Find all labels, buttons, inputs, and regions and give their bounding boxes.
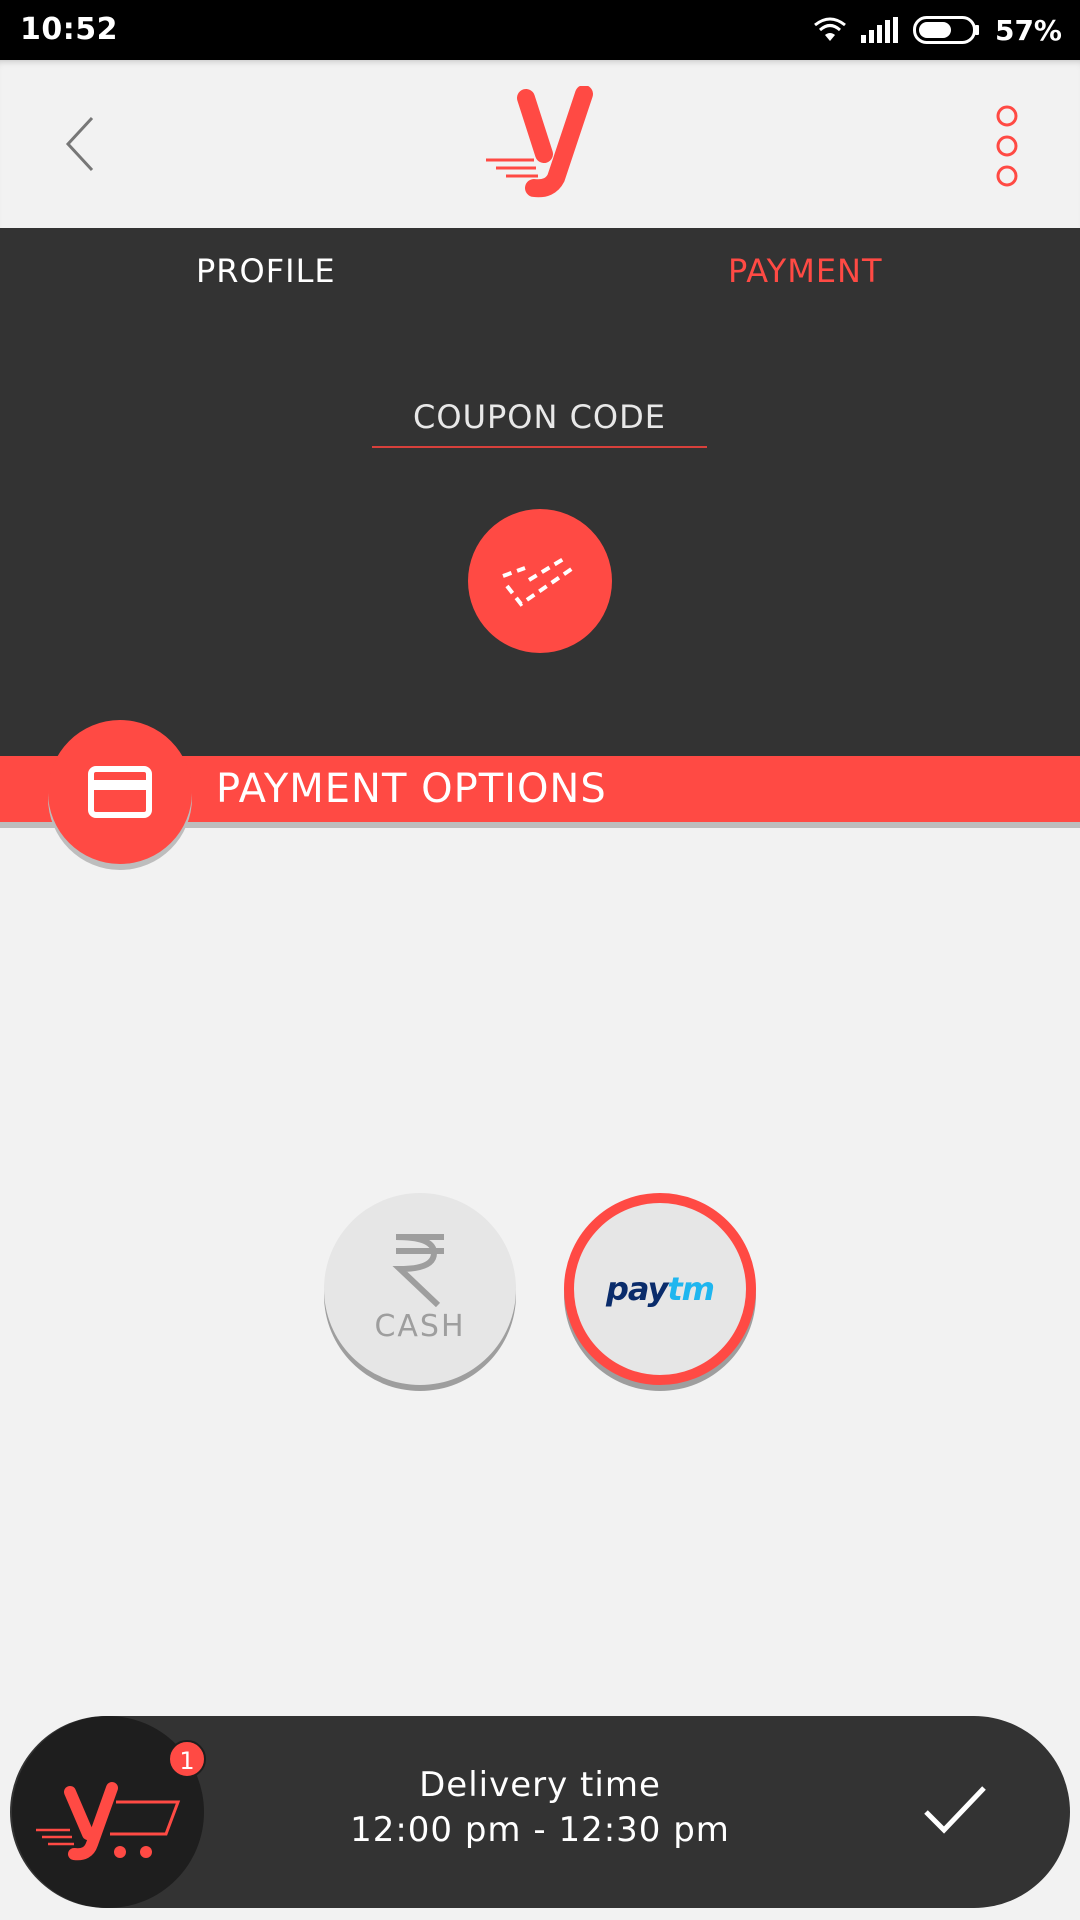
coupon-code-input[interactable] bbox=[372, 388, 707, 448]
more-vertical-icon[interactable] bbox=[990, 104, 1024, 188]
payment-header-panel: PROFILE PAYMENT bbox=[0, 228, 1080, 756]
rupee-icon bbox=[324, 1231, 516, 1311]
status-time: 10:52 bbox=[20, 12, 118, 47]
chevron-left-icon[interactable] bbox=[62, 114, 102, 174]
delivery-label: Delivery time bbox=[419, 1765, 661, 1805]
apply-coupon-button[interactable] bbox=[468, 509, 612, 653]
brand-logo bbox=[486, 86, 593, 198]
paytm-logo: pay tm bbox=[574, 1203, 746, 1375]
battery-icon bbox=[912, 16, 979, 44]
tab-payment[interactable]: PAYMENT bbox=[728, 252, 883, 290]
delivery-time-window: 12:00 pm - 12:30 pm bbox=[350, 1810, 730, 1850]
app-bar bbox=[0, 60, 1080, 228]
signal-icon bbox=[860, 17, 898, 43]
payment-options-title: PAYMENT OPTIONS bbox=[216, 766, 607, 812]
paytm-option-button[interactable]: pay tm bbox=[564, 1193, 756, 1385]
tab-profile[interactable]: PROFILE bbox=[196, 252, 336, 290]
cash-label: CASH bbox=[374, 1309, 466, 1344]
checkmark-icon[interactable] bbox=[920, 1780, 992, 1840]
paytm-logo-pay: pay bbox=[605, 1270, 668, 1308]
credit-card-icon bbox=[88, 766, 152, 818]
coupon-check-icon bbox=[502, 556, 575, 607]
cash-option-button[interactable]: CASH bbox=[324, 1193, 516, 1385]
wifi-icon bbox=[814, 17, 846, 41]
cart-count-badge: 1 bbox=[168, 1740, 206, 1778]
status-bar: 10:52 57% bbox=[0, 0, 1080, 60]
status-icons: 57% bbox=[813, 10, 1062, 50]
battery-percent: 57% bbox=[994, 13, 1062, 47]
payment-card-badge bbox=[48, 720, 192, 864]
paytm-logo-tm: tm bbox=[667, 1270, 715, 1308]
